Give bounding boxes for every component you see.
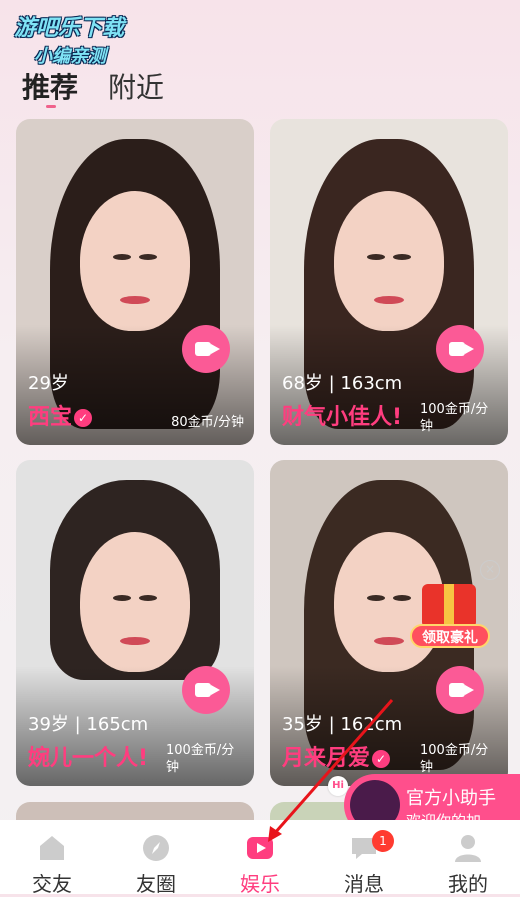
nav-item-friends[interactable]: 交友 [0, 820, 104, 896]
promo-close-icon[interactable]: × [480, 560, 500, 580]
promo-label: 领取豪礼 [410, 624, 490, 648]
nav-item-entertainment[interactable]: 娱乐 [208, 820, 312, 896]
profile-card[interactable]: 39岁 | 165cm 婉儿一个人! 100金币/分钟 [16, 460, 254, 786]
nav-item-moments[interactable]: 友圈 [104, 820, 208, 896]
video-call-button[interactable] [436, 325, 484, 373]
nav-label: 友圈 [136, 872, 176, 896]
profile-age: 29岁 [28, 373, 69, 394]
gift-promo[interactable]: 领取豪礼 [410, 584, 490, 656]
gift-box-icon [422, 584, 476, 628]
bottom-nav: 交友 友圈 娱乐 1 消息 我的 [0, 820, 520, 896]
profile-name: 财气小佳人! [282, 405, 403, 430]
video-camera-icon [449, 342, 474, 356]
home-icon [40, 836, 64, 860]
profile-card-partial[interactable] [16, 802, 254, 822]
profile-name: 婉儿一个人! [28, 746, 149, 771]
watermark: 游吧乐下载 小编亲测 [14, 10, 124, 68]
watermark-line2: 小编亲测 [34, 46, 106, 67]
nav-label: 娱乐 [240, 872, 280, 896]
profile-age: 35岁 | 162cm [282, 714, 403, 735]
nav-item-profile[interactable]: 我的 [416, 820, 520, 896]
video-call-button[interactable] [182, 666, 230, 714]
profile-age: 39岁 | 165cm [28, 714, 149, 735]
nav-label: 我的 [448, 872, 488, 896]
nav-label: 消息 [344, 872, 384, 896]
profile-name-text: 月来月爱 [282, 746, 371, 771]
tab-recommend[interactable]: 推荐 [22, 66, 78, 106]
profile-card[interactable]: 68岁 | 163cm 财气小佳人! 100金币/分钟 [270, 119, 508, 445]
nav-label: 交友 [32, 872, 72, 896]
tab-indicator [46, 105, 56, 108]
play-icon [247, 837, 273, 859]
profile-price: 100金币/分钟 [420, 743, 489, 775]
watermark-line1: 游吧乐下载 [14, 16, 125, 41]
video-camera-icon [195, 342, 220, 356]
profile-name-text: 西宝 [28, 405, 73, 430]
person-icon [455, 835, 481, 862]
profile-price: 80金币/分钟 [171, 415, 244, 430]
profile-price: 100金币/分钟 [166, 743, 235, 775]
hi-bubble: Hi [328, 776, 348, 796]
video-camera-icon [195, 683, 220, 697]
video-call-button[interactable] [182, 325, 230, 373]
profile-name: 西宝 ✓ [28, 399, 93, 431]
compass-icon [143, 835, 169, 861]
assistant-title: 官方小助手 [406, 788, 496, 809]
top-tabs: 推荐 附近 [22, 66, 164, 106]
notification-badge: 1 [372, 830, 394, 852]
profile-card[interactable]: 29岁 西宝 ✓ 80金币/分钟 [16, 119, 254, 445]
nav-item-messages[interactable]: 1 消息 [312, 820, 416, 896]
verified-badge-icon: ✓ [372, 750, 391, 768]
video-call-button[interactable] [436, 666, 484, 714]
profile-name: 月来月爱 ✓ [282, 740, 391, 772]
verified-badge-icon: ✓ [74, 409, 93, 427]
tab-nearby[interactable]: 附近 [108, 66, 164, 106]
profile-price: 100金币/分钟 [420, 402, 489, 434]
video-camera-icon [449, 683, 474, 697]
profile-age: 68岁 | 163cm [282, 373, 403, 394]
